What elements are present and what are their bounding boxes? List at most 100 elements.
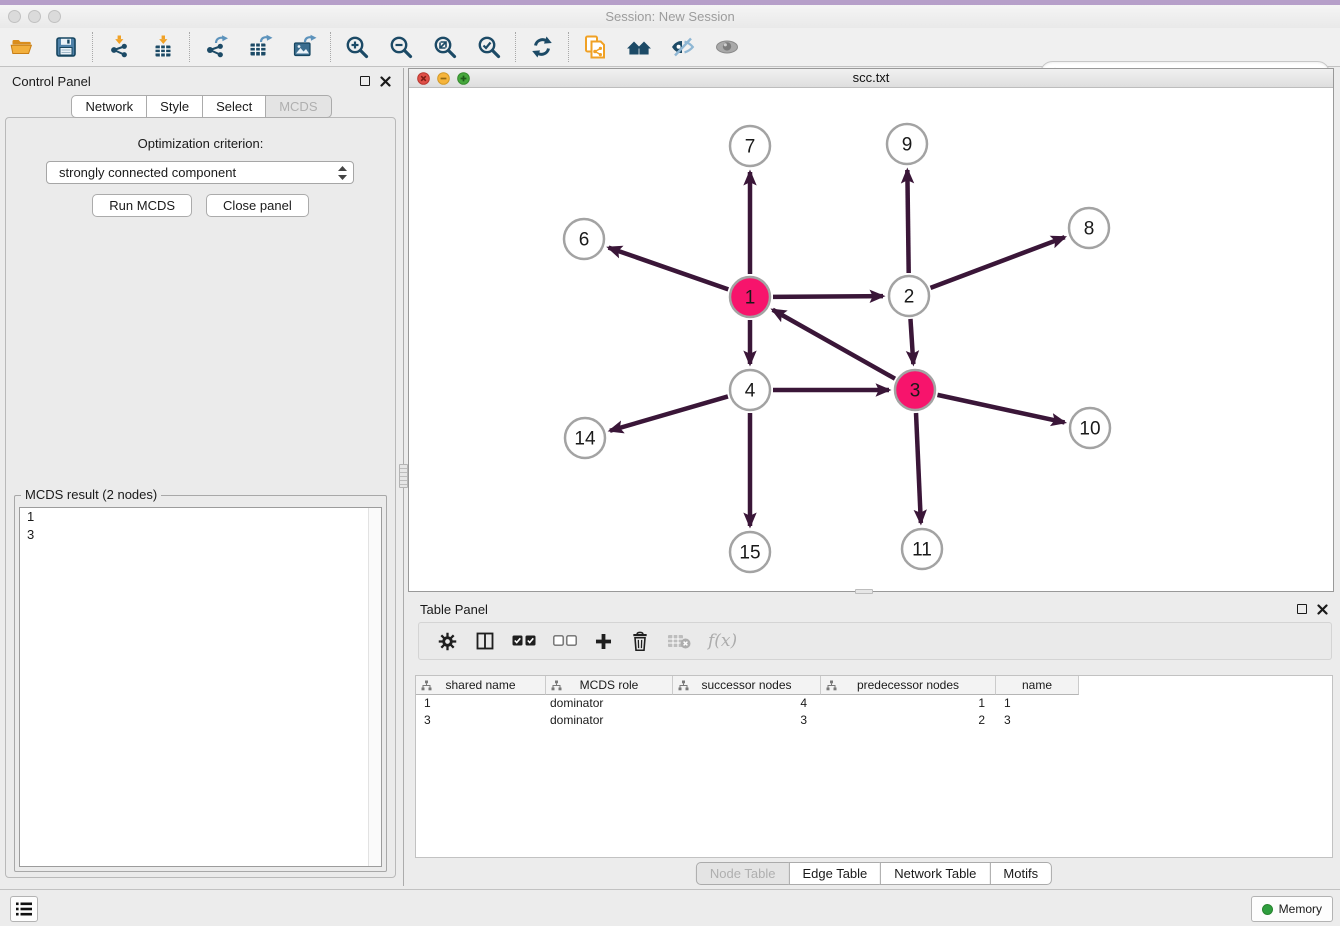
list-icon: [15, 901, 33, 917]
tab-network-table[interactable]: Network Table: [880, 862, 990, 885]
column-header-mcds-role[interactable]: MCDS role: [546, 676, 673, 695]
tab-node-table[interactable]: Node Table: [696, 862, 790, 885]
graph-node-label: 14: [574, 429, 596, 450]
select-all-button[interactable]: [512, 635, 536, 647]
export-network-button[interactable]: [194, 30, 238, 64]
graph-node-label: 7: [745, 137, 756, 158]
graph-edge[interactable]: [916, 413, 921, 523]
split-columns-icon: [475, 631, 495, 651]
cell-shared-name[interactable]: 1: [416, 695, 546, 712]
tab-network[interactable]: Network: [71, 95, 147, 118]
refresh-button[interactable]: [520, 30, 564, 64]
graph-edge[interactable]: [773, 296, 883, 297]
column-header-predecessor-nodes[interactable]: predecessor nodes: [821, 676, 996, 695]
save-session-button[interactable]: [44, 30, 88, 64]
cell-mcds-role[interactable]: dominator: [546, 712, 673, 729]
graph-edge[interactable]: [610, 396, 728, 430]
close-panel-icon[interactable]: [380, 76, 391, 87]
export-table-button[interactable]: [238, 30, 282, 64]
list-item[interactable]: 1: [20, 508, 381, 526]
cell-predecessor-nodes[interactable]: 2: [821, 712, 996, 729]
deselect-all-icon: [553, 635, 577, 647]
cell-name[interactable]: 3: [996, 712, 1079, 729]
graph-edge[interactable]: [907, 170, 908, 273]
close-panel-button[interactable]: Close panel: [206, 194, 309, 217]
network-canvas[interactable]: 7968124314101511: [409, 88, 1333, 591]
optimization-criterion-select[interactable]: strongly connected component: [46, 161, 354, 184]
table-row[interactable]: 1 dominator 4 1 1: [416, 695, 1332, 712]
table-panel: Table Panel: [408, 597, 1340, 886]
task-history-button[interactable]: [10, 896, 38, 922]
deselect-all-button[interactable]: [553, 635, 577, 647]
toolbar-separator: [515, 32, 516, 62]
tab-select[interactable]: Select: [202, 95, 266, 118]
splitter-grip-horizontal[interactable]: [855, 589, 873, 594]
add-column-button[interactable]: [594, 632, 613, 651]
copy-network-button[interactable]: [573, 30, 617, 64]
run-mcds-button[interactable]: Run MCDS: [92, 194, 192, 217]
column-settings-button[interactable]: [437, 631, 458, 652]
tab-edge-table[interactable]: Edge Table: [788, 862, 881, 885]
toolbar-separator: [92, 32, 93, 62]
column-header-shared-name[interactable]: shared name: [416, 676, 546, 695]
toolbar-separator: [330, 32, 331, 62]
graph-node-label: 6: [579, 230, 590, 251]
graph-edge[interactable]: [931, 237, 1065, 288]
show-all-views-button[interactable]: [617, 30, 661, 64]
list-item[interactable]: 3: [20, 526, 381, 544]
scrollbar[interactable]: [368, 508, 381, 866]
network-graph[interactable]: 7968124314101511: [409, 88, 1333, 591]
tab-motifs[interactable]: Motifs: [989, 862, 1052, 885]
splitter-grip[interactable]: [399, 464, 408, 488]
graph-edge[interactable]: [773, 310, 895, 379]
cell-mcds-role[interactable]: dominator: [546, 695, 673, 712]
import-network-button[interactable]: [97, 30, 141, 64]
cell-shared-name[interactable]: 3: [416, 712, 546, 729]
graph-node-label: 8: [1084, 219, 1095, 240]
function-builder-button[interactable]: f(x): [708, 631, 737, 651]
cell-name[interactable]: 1: [996, 695, 1079, 712]
table-export-icon: [247, 34, 273, 60]
network-window-titlebar[interactable]: scc.txt: [409, 69, 1333, 88]
mcds-result-list[interactable]: 1 3: [19, 507, 382, 867]
float-panel-icon[interactable]: [1297, 604, 1307, 614]
export-image-button[interactable]: [282, 30, 326, 64]
graph-edge[interactable]: [937, 395, 1064, 423]
houses-icon: [626, 36, 652, 58]
show-graphics-button[interactable]: [705, 30, 749, 64]
table-row[interactable]: 3 dominator 3 2 3: [416, 712, 1332, 729]
tab-style[interactable]: Style: [146, 95, 203, 118]
import-table-button[interactable]: [141, 30, 185, 64]
tab-mcds[interactable]: MCDS: [265, 95, 331, 118]
cell-predecessor-nodes[interactable]: 1: [821, 695, 996, 712]
optimization-criterion-label: Optimization criterion:: [6, 136, 395, 151]
close-panel-icon[interactable]: [1317, 604, 1328, 615]
gear-icon: [437, 631, 458, 652]
control-panel-title: Control Panel: [12, 74, 360, 89]
graph-node-label: 10: [1079, 419, 1100, 440]
open-session-button[interactable]: [0, 30, 44, 64]
split-view-button[interactable]: [475, 631, 495, 651]
zoom-in-button[interactable]: [335, 30, 379, 64]
float-panel-icon[interactable]: [360, 76, 370, 86]
column-header-successor-nodes[interactable]: successor nodes: [673, 676, 821, 695]
table-toolbar: f(x): [418, 622, 1332, 660]
save-icon: [54, 35, 78, 59]
graph-edge[interactable]: [910, 319, 913, 364]
memory-button[interactable]: Memory: [1251, 896, 1333, 922]
zoom-out-button[interactable]: [379, 30, 423, 64]
hide-graphics-button[interactable]: [661, 30, 705, 64]
graph-node-label: 4: [745, 381, 756, 402]
memory-status-dot: [1262, 904, 1273, 915]
control-panel-tabs: Network Style Select MCDS: [0, 95, 403, 118]
graph-edge[interactable]: [609, 248, 729, 290]
zoom-fit-button[interactable]: [423, 30, 467, 64]
delete-table-button[interactable]: [667, 633, 691, 649]
delete-column-button[interactable]: [630, 631, 650, 652]
cell-successor-nodes[interactable]: 4: [673, 695, 821, 712]
column-header-name[interactable]: name: [996, 676, 1079, 695]
graph-node-label: 3: [910, 381, 921, 402]
table-panel-title: Table Panel: [420, 602, 1297, 617]
zoom-selected-button[interactable]: [467, 30, 511, 64]
cell-successor-nodes[interactable]: 3: [673, 712, 821, 729]
